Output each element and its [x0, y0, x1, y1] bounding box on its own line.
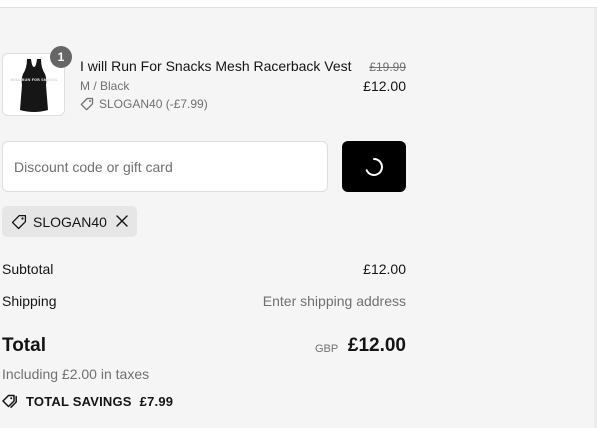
- close-icon[interactable]: [115, 214, 129, 228]
- loading-spinner-icon: [365, 157, 383, 176]
- product-name: I will Run For Snacks Mesh Racerback Ves…: [80, 58, 352, 74]
- product-price: £12.00: [363, 78, 406, 94]
- tag-icon: [80, 97, 94, 111]
- original-price: £19.99: [369, 60, 406, 74]
- product-discount: SLOGAN40 (-£7.99): [80, 97, 208, 111]
- savings-label: TOTAL SAVINGS: [26, 393, 132, 409]
- total-savings: TOTAL SAVINGS £7.99: [2, 393, 173, 409]
- applied-discount-tag: SLOGAN40: [2, 206, 137, 237]
- total-label: Total: [2, 335, 46, 356]
- subtotal-label: Subtotal: [2, 261, 54, 277]
- shipping-label: Shipping: [2, 293, 57, 309]
- shipping-value: Enter shipping address: [262, 293, 406, 309]
- subtotal-value: £12.00: [363, 261, 406, 277]
- header-divider: [0, 0, 597, 8]
- tags-icon: [2, 394, 17, 408]
- taxes-note: Including £2.00 in taxes: [2, 366, 150, 382]
- total-amount: £12.00: [347, 335, 406, 356]
- applied-code-label: SLOGAN40: [33, 213, 107, 230]
- quantity-badge: 1: [50, 46, 72, 68]
- product-discount-label: SLOGAN40 (-£7.99): [99, 97, 208, 111]
- total-currency: GBP: [315, 343, 339, 355]
- apply-discount-button[interactable]: [342, 141, 406, 192]
- product-variant: M / Black: [80, 79, 130, 93]
- discount-code-input[interactable]: [2, 141, 328, 192]
- savings-amount: £7.99: [139, 393, 174, 409]
- vest-print-text: WILL RUN FOR SNACKS: [11, 78, 58, 82]
- tag-icon: [11, 214, 27, 229]
